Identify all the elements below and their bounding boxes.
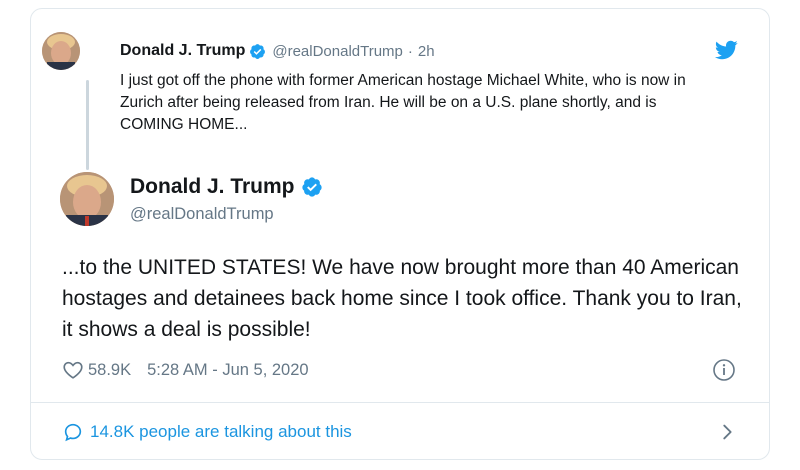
separator-dot: ·	[407, 42, 413, 60]
author-name-row: Donald J. Trump	[130, 175, 323, 199]
thread-connector-line	[86, 80, 89, 170]
talking-about-text[interactable]: 14.8K people are talking about this	[90, 422, 352, 442]
tweet-text: ...to the UNITED STATES! We have now bro…	[62, 256, 742, 341]
parent-author-handle[interactable]: @realDonaldTrump	[272, 43, 403, 60]
tweet-meta-row: 58.9K 5:28 AM - Jun 5, 2020	[62, 358, 309, 382]
parent-tweet-header: Donald J. Trump @realDonaldTrump · 2h	[120, 40, 435, 62]
info-icon[interactable]	[712, 358, 736, 382]
chevron-right-icon[interactable]	[716, 421, 738, 443]
parent-tweet-text: I just got off the phone with former Ame…	[120, 72, 686, 133]
author-handle[interactable]: @realDonaldTrump	[130, 205, 274, 224]
tweet-timestamp[interactable]: 5:28 AM - Jun 5, 2020	[147, 361, 308, 380]
parent-author-name[interactable]: Donald J. Trump	[120, 42, 245, 60]
verified-badge-icon	[301, 177, 322, 197]
like-count[interactable]: 58.9K	[88, 361, 131, 380]
speech-bubble-icon	[64, 423, 82, 442]
author-avatar[interactable]	[60, 172, 114, 226]
heart-icon[interactable]	[62, 359, 84, 381]
parent-author-avatar[interactable]	[42, 32, 80, 70]
conversation-link[interactable]: 14.8K people are talking about this	[62, 420, 352, 444]
twitter-bird-icon[interactable]	[714, 38, 738, 62]
parent-tweet-time[interactable]: 2h	[418, 43, 435, 60]
footer-divider	[31, 402, 769, 403]
verified-badge-icon	[250, 43, 266, 59]
author-name[interactable]: Donald J. Trump	[130, 175, 295, 199]
